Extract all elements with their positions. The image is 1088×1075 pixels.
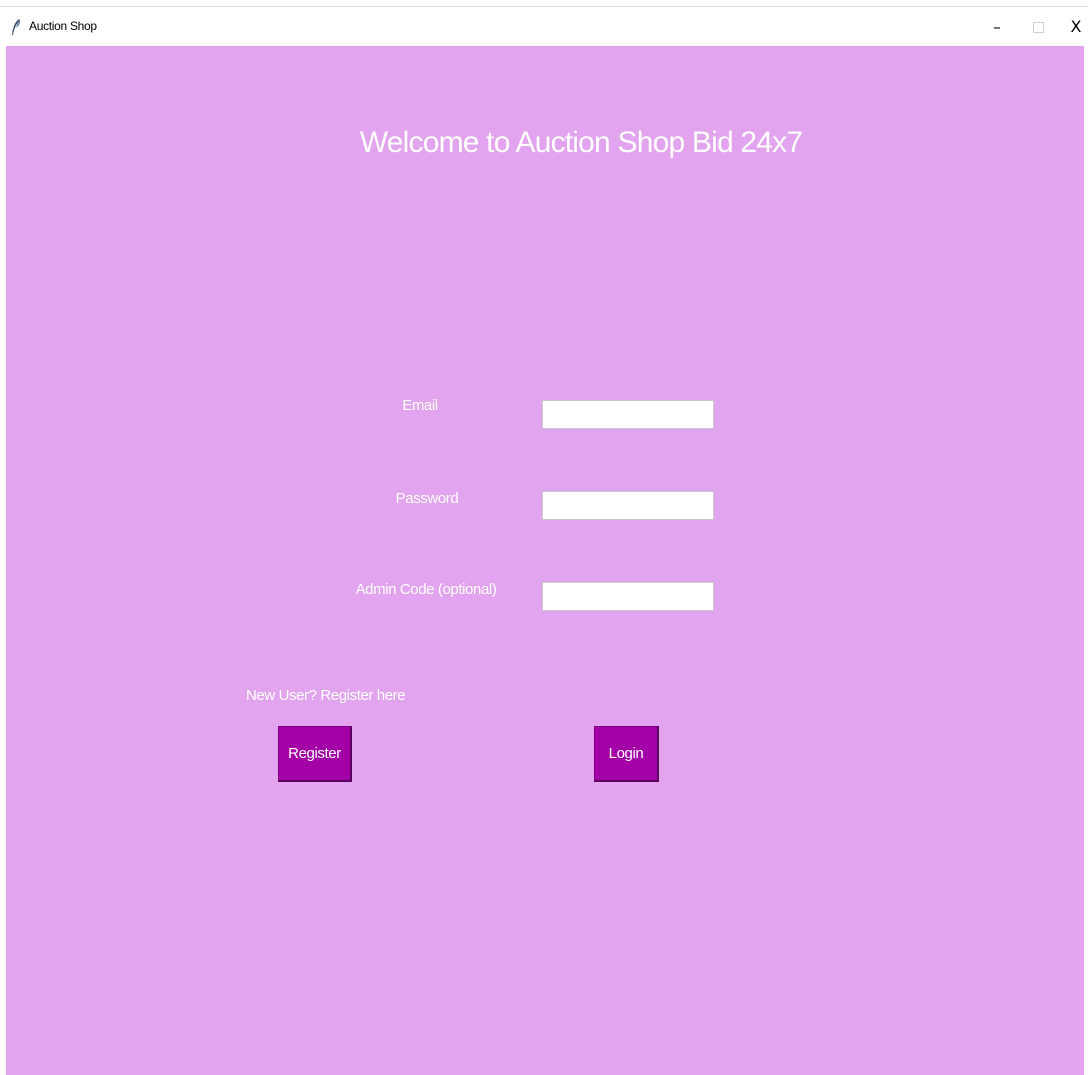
title-bar[interactable]: Auction Shop – X (0, 6, 1088, 47)
page-title: Welcome to Auction Shop Bid 24x7 (359, 126, 803, 159)
password-label: Password (395, 490, 459, 507)
close-icon: X (1070, 17, 1082, 36)
register-button[interactable]: Register (278, 726, 352, 782)
register-hint: New User? Register here (246, 687, 406, 704)
login-panel: Welcome to Auction Shop Bid 24x7 Email P… (6, 46, 1084, 1075)
email-field[interactable] (542, 400, 714, 429)
login-button[interactable]: Login (594, 726, 659, 782)
password-field[interactable] (542, 491, 714, 520)
app-window: Auction Shop – X Welcome to Auction Shop… (0, 0, 1088, 1075)
feather-icon (10, 18, 22, 36)
minimize-button[interactable]: – (977, 13, 1017, 41)
email-label: Email (402, 397, 438, 414)
admin-code-label: Admin Code (optional) (355, 581, 497, 598)
maximize-icon (1032, 22, 1044, 33)
maximize-button[interactable] (1018, 13, 1058, 41)
window-title: Auction Shop (29, 19, 97, 33)
admin-code-field[interactable] (542, 582, 714, 611)
close-button[interactable]: X (1056, 13, 1088, 41)
minimize-icon: – (993, 18, 1001, 36)
